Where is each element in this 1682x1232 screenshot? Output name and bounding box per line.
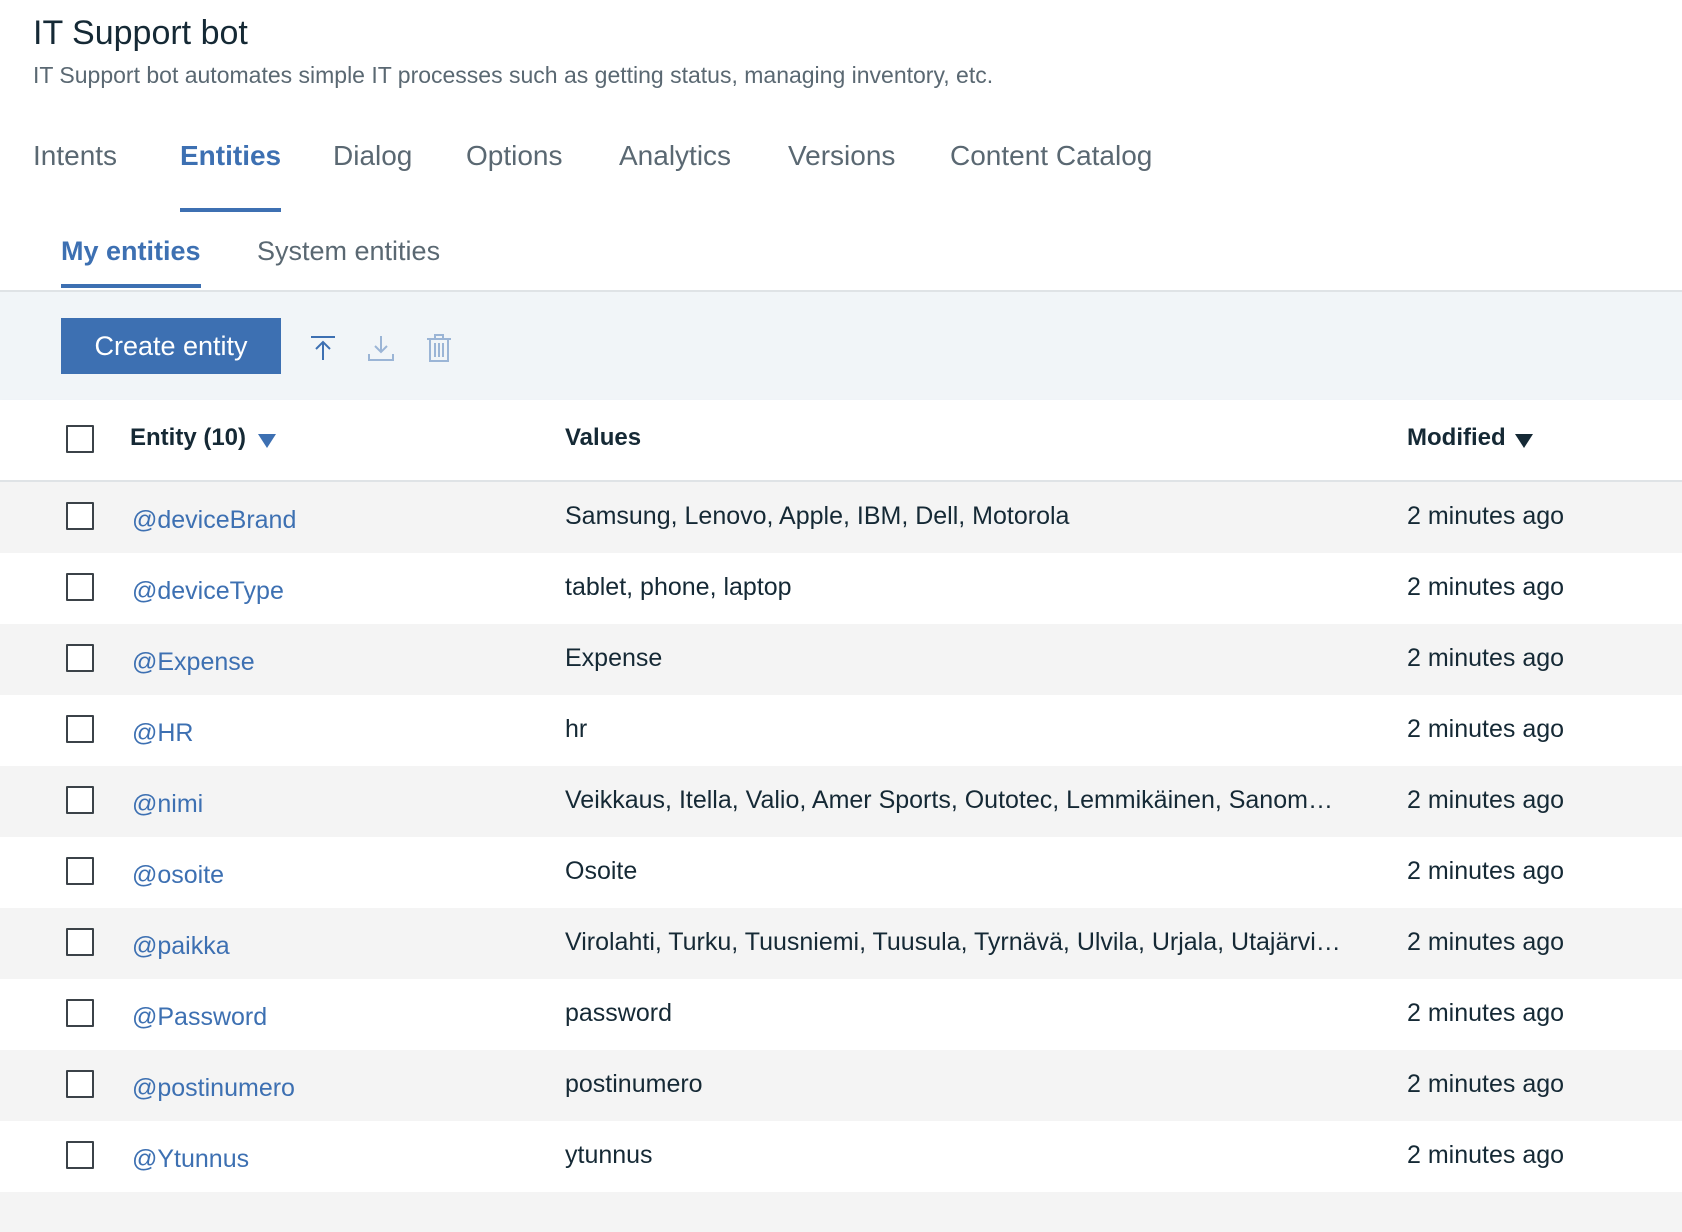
modified-time: 2 minutes ago bbox=[1407, 715, 1565, 743]
row-checkbox[interactable] bbox=[66, 573, 94, 601]
tab-entities[interactable]: Entities bbox=[180, 140, 282, 212]
entity-values: Expense bbox=[565, 644, 663, 672]
main-tabs: Intents Entities Dialog Options Analytic… bbox=[0, 140, 1682, 214]
table-row: @Expense Expense 2 minutes ago bbox=[0, 624, 1682, 695]
entity-values: hr bbox=[565, 715, 588, 743]
row-checkbox[interactable] bbox=[66, 928, 94, 956]
entity-link[interactable]: @postinumero bbox=[132, 1074, 295, 1103]
entity-link[interactable]: @Ytunnus bbox=[132, 1145, 249, 1174]
row-checkbox[interactable] bbox=[66, 786, 94, 814]
entity-subtabs: My entities System entities bbox=[0, 214, 1682, 292]
modified-time: 2 minutes ago bbox=[1407, 1070, 1565, 1098]
subtab-my-entities[interactable]: My entities bbox=[61, 236, 201, 288]
row-checkbox[interactable] bbox=[66, 644, 94, 672]
entity-link[interactable]: @osoite bbox=[132, 861, 224, 890]
entity-values: Veikkaus, Itella, Valio, Amer Sports, Ou… bbox=[565, 786, 1345, 814]
page-header: IT Support bot IT Support bot automates … bbox=[0, 0, 1682, 216]
tab-analytics[interactable]: Analytics bbox=[619, 140, 731, 212]
create-entity-button[interactable]: Create entity bbox=[61, 318, 281, 374]
modified-time: 2 minutes ago bbox=[1407, 1141, 1565, 1169]
table-row: @osoite Osoite 2 minutes ago bbox=[0, 837, 1682, 908]
entity-values: password bbox=[565, 999, 672, 1027]
sort-down-icon[interactable] bbox=[258, 434, 276, 448]
table-row: @nimi Veikkaus, Itella, Valio, Amer Spor… bbox=[0, 766, 1682, 837]
tab-versions[interactable]: Versions bbox=[788, 140, 895, 212]
row-checkbox[interactable] bbox=[66, 1141, 94, 1169]
column-header-entity[interactable]: Entity (10) bbox=[130, 424, 246, 452]
entity-values: ytunnus bbox=[565, 1141, 653, 1169]
table-row: @paikka Virolahti, Turku, Tuusniemi, Tuu… bbox=[0, 908, 1682, 979]
entity-link[interactable]: @Password bbox=[132, 1003, 267, 1032]
toolbar: Create entity bbox=[0, 292, 1682, 400]
entity-values: tablet, phone, laptop bbox=[565, 573, 792, 601]
table-row: @Password password 2 minutes ago bbox=[0, 979, 1682, 1050]
entity-values: Osoite bbox=[565, 857, 638, 885]
entity-link[interactable]: @nimi bbox=[132, 790, 203, 819]
modified-time: 2 minutes ago bbox=[1407, 786, 1565, 814]
select-all-checkbox[interactable] bbox=[66, 425, 94, 453]
column-header-modified[interactable]: Modified bbox=[1407, 424, 1506, 452]
entity-link[interactable]: @deviceBrand bbox=[132, 506, 296, 535]
modified-time: 2 minutes ago bbox=[1407, 502, 1565, 530]
row-checkbox[interactable] bbox=[66, 999, 94, 1027]
modified-time: 2 minutes ago bbox=[1407, 573, 1565, 601]
modified-time: 2 minutes ago bbox=[1407, 644, 1565, 672]
download-icon[interactable] bbox=[365, 332, 397, 364]
modified-time: 2 minutes ago bbox=[1407, 857, 1565, 885]
table-row: @HR hr 2 minutes ago bbox=[0, 695, 1682, 766]
entity-link[interactable]: @deviceType bbox=[132, 577, 284, 606]
entity-link[interactable]: @paikka bbox=[132, 932, 230, 961]
entity-link[interactable]: @Expense bbox=[132, 648, 255, 677]
column-header-values: Values bbox=[565, 424, 642, 451]
table-row: @postinumero postinumero 2 minutes ago bbox=[0, 1050, 1682, 1121]
page-title: IT Support bot bbox=[33, 14, 248, 52]
tab-dialog[interactable]: Dialog bbox=[333, 140, 412, 212]
row-checkbox[interactable] bbox=[66, 857, 94, 885]
table-row: @deviceBrand Samsung, Lenovo, Apple, IBM… bbox=[0, 482, 1682, 553]
row-checkbox[interactable] bbox=[66, 1070, 94, 1098]
table-row: @deviceType tablet, phone, laptop 2 minu… bbox=[0, 553, 1682, 624]
modified-time: 2 minutes ago bbox=[1407, 928, 1565, 956]
modified-time: 2 minutes ago bbox=[1407, 999, 1565, 1027]
entity-link[interactable]: @HR bbox=[132, 719, 194, 748]
trash-icon[interactable] bbox=[423, 332, 455, 364]
tab-options[interactable]: Options bbox=[466, 140, 563, 212]
row-checkbox[interactable] bbox=[66, 715, 94, 743]
subtab-system-entities[interactable]: System entities bbox=[257, 236, 440, 288]
entity-values: Virolahti, Turku, Tuusniemi, Tuusula, Ty… bbox=[565, 928, 1345, 956]
row-checkbox[interactable] bbox=[66, 502, 94, 530]
table-header: Entity (10) Values Modified bbox=[0, 400, 1682, 482]
upload-icon[interactable] bbox=[307, 332, 339, 364]
entity-values: postinumero bbox=[565, 1070, 703, 1098]
tab-content-catalog[interactable]: Content Catalog bbox=[950, 140, 1152, 212]
page-subtitle: IT Support bot automates simple IT proce… bbox=[33, 62, 994, 88]
table-row: @Ytunnus ytunnus 2 minutes ago bbox=[0, 1121, 1682, 1192]
sort-down-icon[interactable] bbox=[1515, 434, 1533, 448]
entity-values: Samsung, Lenovo, Apple, IBM, Dell, Motor… bbox=[565, 502, 1070, 530]
tab-intents[interactable]: Intents bbox=[33, 140, 117, 212]
